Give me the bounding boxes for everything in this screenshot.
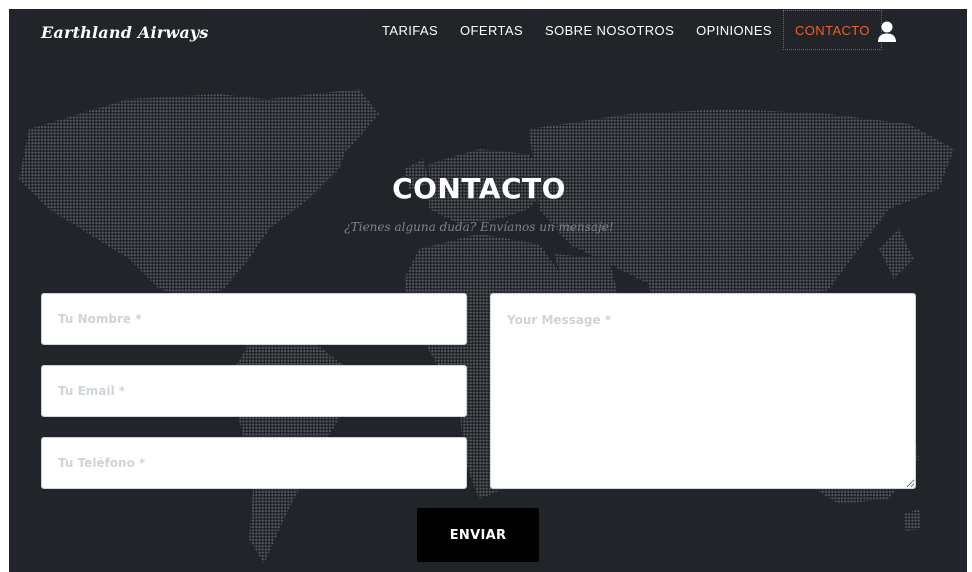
user-icon[interactable] [877, 21, 897, 43]
nav-link-opiniones[interactable]: OPINIONES [685, 10, 783, 50]
page-title: CONTACTO [392, 172, 566, 205]
nav-link-sobre-nosotros[interactable]: SOBRE NOSOTROS [534, 10, 685, 50]
email-input[interactable] [41, 365, 467, 417]
navbar: Earthland Airways TARIFAS OFERTAS SOBRE NO… [9, 9, 967, 59]
phone-input[interactable] [41, 437, 467, 489]
contact-section: Earthland Airways TARIFAS OFERTAS SOBRE NO… [9, 9, 967, 572]
nav-link-contacto[interactable]: CONTACTO [782, 10, 882, 50]
brand-logo[interactable]: Earthland Airways [41, 23, 209, 42]
send-button[interactable]: ENVIAR [417, 508, 539, 562]
message-textarea[interactable] [490, 293, 916, 489]
nav-links: TARIFAS OFERTAS SOBRE NOSOTROS OPINIONES CON… [371, 10, 882, 50]
name-input[interactable] [41, 293, 467, 345]
page-subtitle: ¿Tienes alguna duda? Envíanos un mensaje… [344, 220, 614, 234]
nav-link-ofertas[interactable]: OFERTAS [449, 10, 534, 50]
nav-link-tarifas[interactable]: TARIFAS [371, 10, 449, 50]
